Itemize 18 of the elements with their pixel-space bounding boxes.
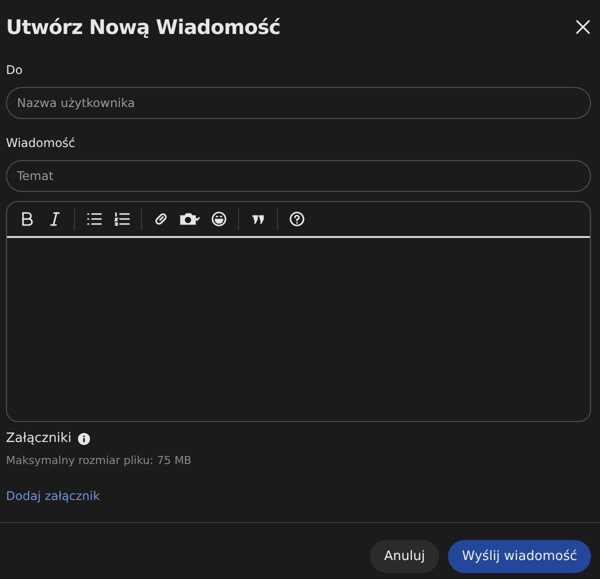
subject-field[interactable]: Temat [6, 160, 591, 192]
add-attachment-link[interactable]: Dodaj załącznik [6, 489, 100, 503]
close-icon [574, 18, 592, 36]
camera-icon [180, 210, 200, 228]
cancel-button[interactable]: Anuluj [370, 540, 439, 573]
recipient-field[interactable]: Nazwa użytkownika [6, 87, 591, 119]
bullet-list-icon [85, 210, 103, 228]
emoji-icon [210, 210, 228, 228]
field-label: Wiadomość [6, 136, 76, 150]
numbered-list-icon [113, 210, 131, 228]
file-size-hint: Maksymalny rozmiar pliku: 75 MB [6, 454, 192, 467]
help-icon [288, 210, 306, 228]
attachments-label: Załączniki [6, 431, 72, 446]
dialog-title: Utwórz Nową Wiadomość [6, 15, 280, 39]
info-icon [78, 432, 90, 444]
field-label: Do [6, 63, 24, 77]
send-button[interactable]: Wyślij wiadomość [448, 540, 591, 573]
close-button[interactable] [574, 18, 592, 36]
